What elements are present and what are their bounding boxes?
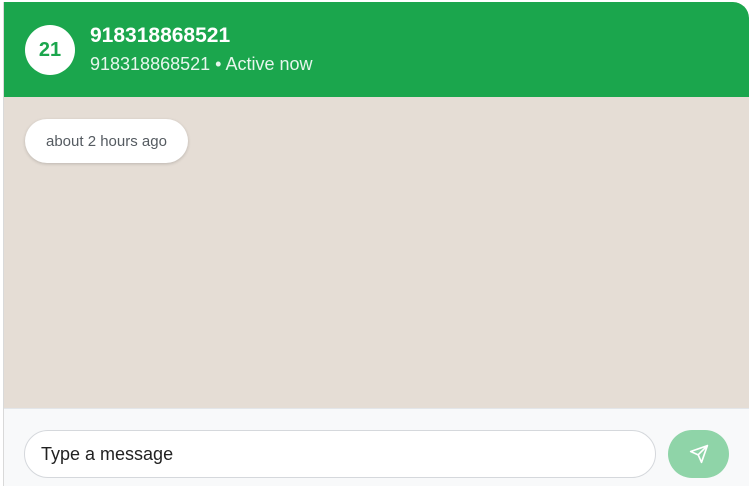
timestamp-pill: about 2 hours ago	[25, 119, 188, 163]
contact-status: 918318868521 • Active now	[90, 54, 313, 74]
contact-name: 918318868521	[90, 24, 231, 47]
send-button[interactable]	[668, 430, 729, 478]
avatar[interactable]: 21	[25, 25, 75, 75]
messages-area[interactable]: about 2 hours ago	[4, 97, 749, 408]
message-composer	[4, 408, 749, 486]
message-input[interactable]	[24, 430, 656, 478]
chat-header: 21 918318868521 918318868521 • Active no…	[4, 2, 749, 97]
chat-window: 21 918318868521 918318868521 • Active no…	[3, 2, 749, 486]
timestamp-label: about 2 hours ago	[46, 132, 167, 150]
send-icon	[689, 444, 709, 464]
